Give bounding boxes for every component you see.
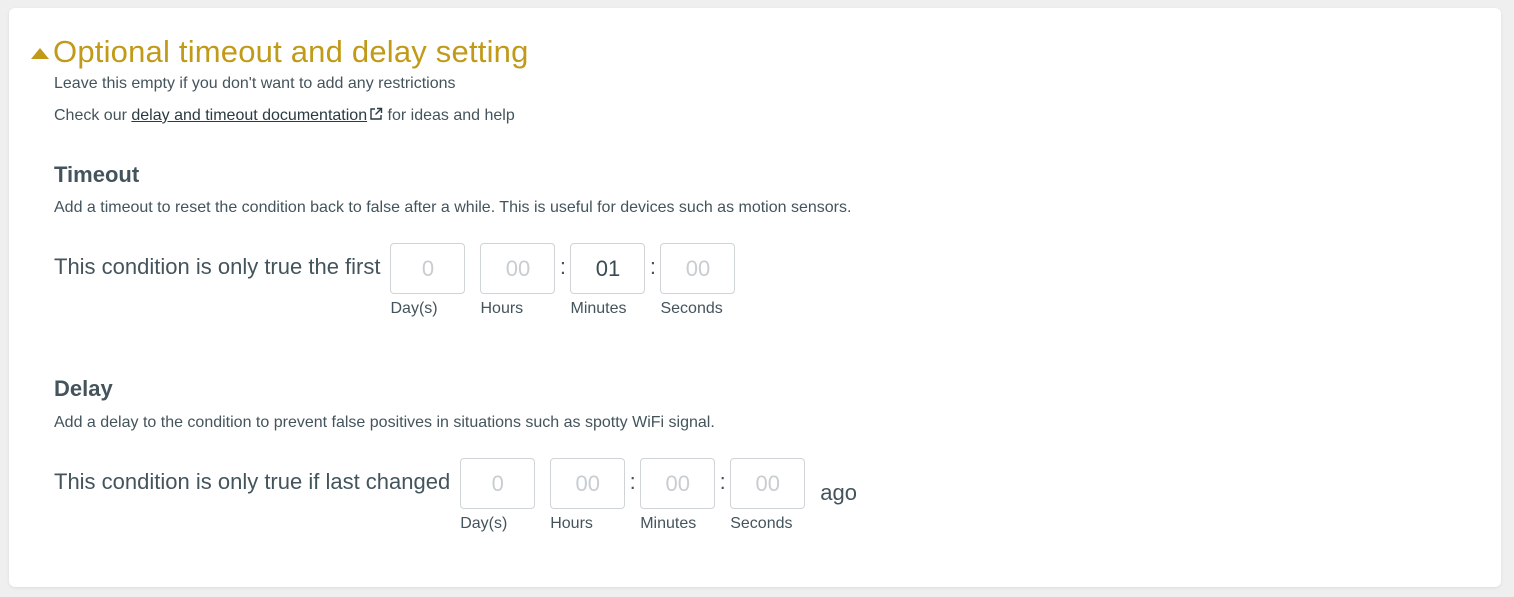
delay-description: Add a delay to the condition to prevent … xyxy=(54,414,715,431)
time-separator: : xyxy=(559,254,567,279)
timeout-seconds-field: Seconds xyxy=(660,243,736,318)
delay-days-input[interactable] xyxy=(460,458,536,509)
delay-label: This condition is only true if last chan… xyxy=(54,469,451,494)
external-link-icon xyxy=(370,107,383,120)
timeout-minutes-input[interactable] xyxy=(570,243,646,294)
delay-minutes-field: Minutes xyxy=(640,458,716,533)
time-separator: : xyxy=(719,469,726,494)
section-title: Optional timeout and delay setting xyxy=(53,34,529,69)
delay-hours-input[interactable] xyxy=(550,458,626,509)
triangle-up-icon xyxy=(31,47,49,59)
timeout-days-field: Day(s) xyxy=(390,243,466,318)
delay-seconds-field: Seconds xyxy=(730,458,806,533)
timeout-description: Add a timeout to reset the condition bac… xyxy=(54,199,852,216)
timeout-seconds-label: Seconds xyxy=(660,300,723,317)
delay-seconds-label: Seconds xyxy=(730,515,793,532)
timeout-hours-input[interactable] xyxy=(480,243,556,294)
delay-row: This condition is only true if last chan… xyxy=(54,458,857,533)
delay-seconds-input[interactable] xyxy=(730,458,806,509)
delay-hours-label: Hours xyxy=(550,515,593,532)
timeout-minutes-field: Minutes xyxy=(570,243,646,318)
timeout-days-label: Day(s) xyxy=(390,300,438,317)
timeout-hours-label: Hours xyxy=(480,300,524,317)
delay-suffix: ago xyxy=(820,480,857,505)
timeout-seconds-input[interactable] xyxy=(660,243,736,294)
delay-hours-field: Hours xyxy=(550,458,626,533)
delay-minutes-input[interactable] xyxy=(640,458,716,509)
delay-days-label: Day(s) xyxy=(460,515,508,532)
timeout-days-input[interactable] xyxy=(390,243,466,294)
doc-suffix: for ideas and help xyxy=(383,107,515,124)
timeout-title: Timeout xyxy=(54,162,140,187)
time-separator: : xyxy=(629,469,636,494)
intro-text: Leave this empty if you don't want to ad… xyxy=(54,75,456,92)
settings-card: Optional timeout and delay setting Leave… xyxy=(9,8,1501,587)
delay-minutes-label: Minutes xyxy=(640,515,697,532)
section-toggle[interactable]: Optional timeout and delay setting xyxy=(31,34,529,70)
timeout-row: This condition is only true the first Da… xyxy=(54,243,736,318)
delay-title: Delay xyxy=(54,376,113,401)
timeout-hours-field: Hours xyxy=(480,243,556,318)
timeout-minutes-label: Minutes xyxy=(570,300,627,317)
delay-days-field: Day(s) xyxy=(460,458,536,533)
time-separator: : xyxy=(649,254,657,279)
doc-line: Check our delay and timeout documentatio… xyxy=(54,107,515,125)
documentation-link-label: delay and timeout documentation xyxy=(131,107,368,124)
doc-prefix: Check our xyxy=(54,107,132,124)
documentation-link[interactable]: delay and timeout documentation xyxy=(131,107,383,124)
timeout-label: This condition is only true the first xyxy=(54,254,381,279)
